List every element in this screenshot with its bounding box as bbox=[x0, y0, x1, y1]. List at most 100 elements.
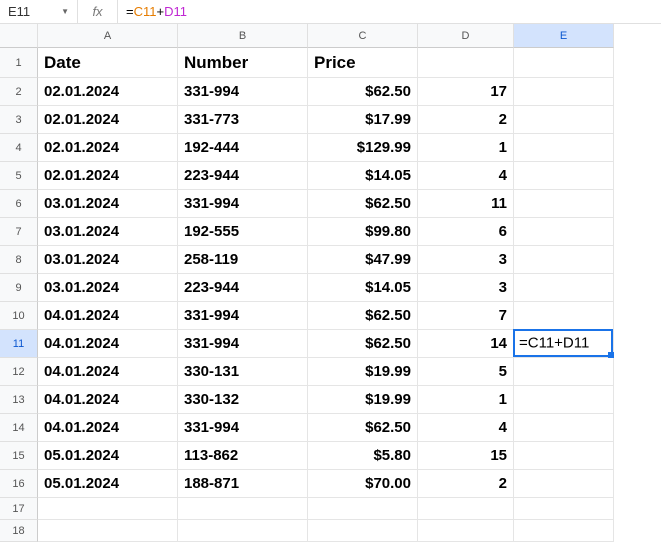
row-header-9[interactable]: 9 bbox=[0, 274, 38, 302]
cell[interactable]: 02.01.2024 bbox=[38, 78, 178, 106]
fx-label[interactable]: fx bbox=[78, 0, 118, 23]
cell[interactable]: $62.50 bbox=[308, 78, 418, 106]
cell[interactable]: 331-994 bbox=[178, 414, 308, 442]
cell[interactable]: 17 bbox=[418, 78, 514, 106]
cell[interactable]: 330-132 bbox=[178, 386, 308, 414]
cell[interactable]: $62.50 bbox=[308, 302, 418, 330]
cell[interactable] bbox=[514, 134, 614, 162]
cell[interactable] bbox=[308, 498, 418, 520]
cell[interactable]: $19.99 bbox=[308, 386, 418, 414]
cell[interactable]: 113-862 bbox=[178, 442, 308, 470]
cell[interactable]: 4 bbox=[418, 414, 514, 442]
cell[interactable]: 03.01.2024 bbox=[38, 218, 178, 246]
cell[interactable]: 4 bbox=[418, 162, 514, 190]
row-header-2[interactable]: 2 bbox=[0, 78, 38, 106]
cell[interactable] bbox=[418, 48, 514, 78]
row-header-16[interactable]: 16 bbox=[0, 470, 38, 498]
row-header-4[interactable]: 4 bbox=[0, 134, 38, 162]
cell[interactable]: 02.01.2024 bbox=[38, 162, 178, 190]
formula-input[interactable]: =C11+D11 bbox=[118, 0, 661, 23]
cell[interactable]: $99.80 bbox=[308, 218, 418, 246]
col-header-D[interactable]: D bbox=[418, 24, 514, 48]
cell[interactable] bbox=[514, 470, 614, 498]
cell[interactable]: 223-944 bbox=[178, 162, 308, 190]
cell[interactable] bbox=[38, 498, 178, 520]
row-header-5[interactable]: 5 bbox=[0, 162, 38, 190]
cell[interactable] bbox=[514, 386, 614, 414]
name-box[interactable]: E11 ▼ bbox=[0, 0, 78, 23]
cell[interactable]: 02.01.2024 bbox=[38, 134, 178, 162]
cell[interactable] bbox=[514, 442, 614, 470]
row-header-6[interactable]: 6 bbox=[0, 190, 38, 218]
cell[interactable]: 223-944 bbox=[178, 274, 308, 302]
cell[interactable]: $62.50 bbox=[308, 190, 418, 218]
cell[interactable]: $70.00 bbox=[308, 470, 418, 498]
cell[interactable]: 192-555 bbox=[178, 218, 308, 246]
cell[interactable]: 04.01.2024 bbox=[38, 414, 178, 442]
col-header-B[interactable]: B bbox=[178, 24, 308, 48]
cell[interactable]: 1 bbox=[418, 134, 514, 162]
cell[interactable]: 331-773 bbox=[178, 106, 308, 134]
cell[interactable]: 192-444 bbox=[178, 134, 308, 162]
cell[interactable]: 05.01.2024 bbox=[38, 470, 178, 498]
cell[interactable] bbox=[418, 498, 514, 520]
cell[interactable]: 331-994 bbox=[178, 190, 308, 218]
cell[interactable]: 03.01.2024 bbox=[38, 246, 178, 274]
cell[interactable]: 3 bbox=[418, 274, 514, 302]
cell[interactable]: Number bbox=[178, 48, 308, 78]
row-header-12[interactable]: 12 bbox=[0, 358, 38, 386]
cell[interactable]: $14.05 bbox=[308, 162, 418, 190]
cell[interactable]: 331-994 bbox=[178, 330, 308, 358]
cell[interactable] bbox=[514, 302, 614, 330]
cell[interactable]: 04.01.2024 bbox=[38, 386, 178, 414]
cell[interactable] bbox=[308, 520, 418, 542]
cell[interactable]: Price bbox=[308, 48, 418, 78]
cell[interactable] bbox=[514, 520, 614, 542]
cell[interactable]: 04.01.2024 bbox=[38, 330, 178, 358]
cell[interactable]: 02.01.2024 bbox=[38, 106, 178, 134]
cell[interactable]: 5 bbox=[418, 358, 514, 386]
cell[interactable]: 1 bbox=[418, 386, 514, 414]
cell[interactable] bbox=[514, 498, 614, 520]
cell[interactable]: 331-994 bbox=[178, 78, 308, 106]
row-header-11[interactable]: 11 bbox=[0, 330, 38, 358]
row-header-7[interactable]: 7 bbox=[0, 218, 38, 246]
cell[interactable] bbox=[178, 520, 308, 542]
row-header-13[interactable]: 13 bbox=[0, 386, 38, 414]
cell[interactable] bbox=[514, 48, 614, 78]
cell[interactable]: 331-994 bbox=[178, 302, 308, 330]
select-all-corner[interactable] bbox=[0, 24, 38, 48]
cell[interactable]: 188-871 bbox=[178, 470, 308, 498]
cell-edit-text[interactable]: =C11+D11 bbox=[519, 335, 589, 352]
cell[interactable]: 04.01.2024 bbox=[38, 302, 178, 330]
cell[interactable]: $62.50 bbox=[308, 414, 418, 442]
cell[interactable]: $47.99 bbox=[308, 246, 418, 274]
col-header-E[interactable]: E bbox=[514, 24, 614, 48]
cell[interactable]: $19.99 bbox=[308, 358, 418, 386]
cell[interactable] bbox=[514, 190, 614, 218]
cell[interactable] bbox=[514, 218, 614, 246]
cell[interactable] bbox=[514, 162, 614, 190]
cell[interactable]: $62.50 bbox=[308, 330, 418, 358]
cell[interactable]: 14 bbox=[418, 330, 514, 358]
row-header-14[interactable]: 14 bbox=[0, 414, 38, 442]
name-box-dropdown-icon[interactable]: ▼ bbox=[61, 7, 69, 16]
cell[interactable] bbox=[514, 78, 614, 106]
cell[interactable] bbox=[514, 246, 614, 274]
cell[interactable]: 03.01.2024 bbox=[38, 190, 178, 218]
cell[interactable]: 15 bbox=[418, 442, 514, 470]
row-header-1[interactable]: 1 bbox=[0, 48, 38, 78]
row-header-3[interactable]: 3 bbox=[0, 106, 38, 134]
cell[interactable]: 330-131 bbox=[178, 358, 308, 386]
cell[interactable]: 2 bbox=[418, 106, 514, 134]
cell[interactable] bbox=[514, 274, 614, 302]
cell[interactable] bbox=[514, 414, 614, 442]
row-header-8[interactable]: 8 bbox=[0, 246, 38, 274]
cell[interactable] bbox=[418, 520, 514, 542]
cell[interactable]: 03.01.2024 bbox=[38, 274, 178, 302]
cell[interactable] bbox=[38, 520, 178, 542]
row-header-18[interactable]: 18 bbox=[0, 520, 38, 542]
cell[interactable]: 04.01.2024 bbox=[38, 358, 178, 386]
cell[interactable]: 258-119 bbox=[178, 246, 308, 274]
row-header-15[interactable]: 15 bbox=[0, 442, 38, 470]
